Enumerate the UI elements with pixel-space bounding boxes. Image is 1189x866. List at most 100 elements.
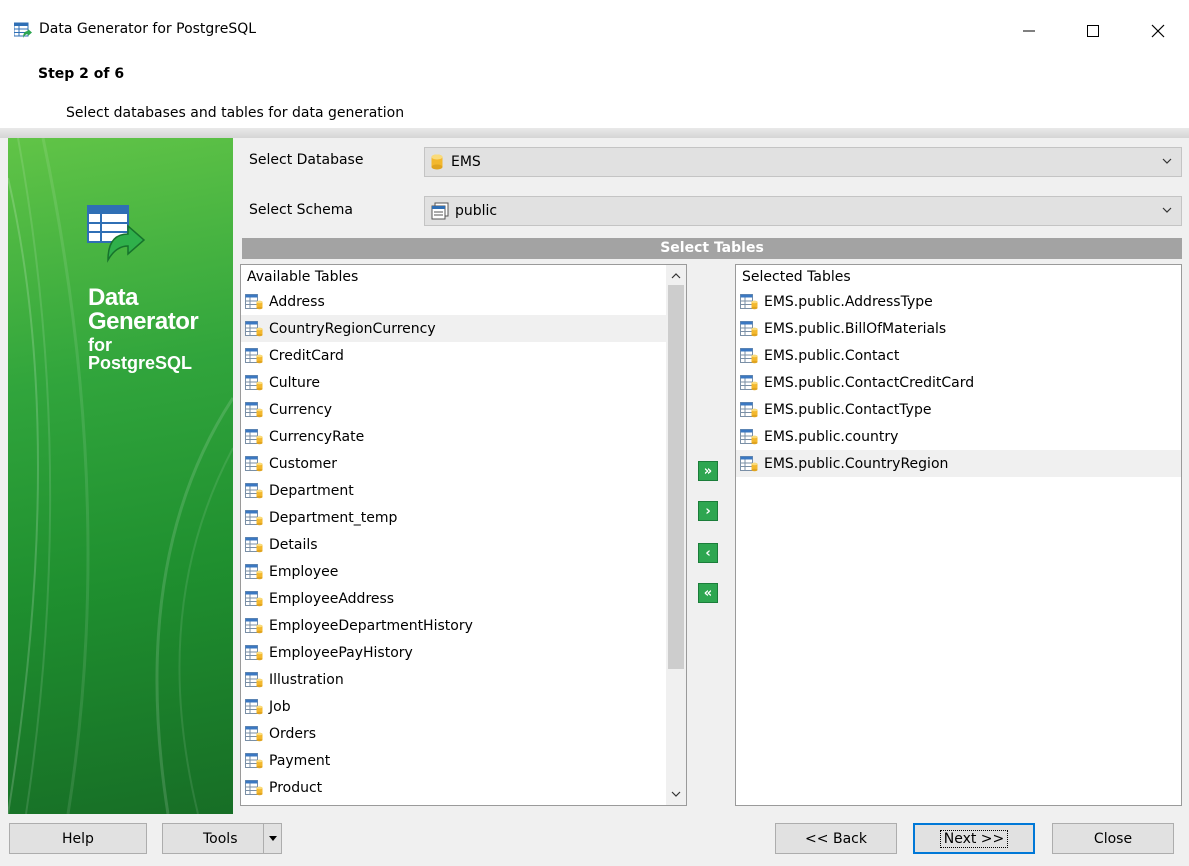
table-row[interactable]: Product — [241, 774, 686, 801]
table-name: Payment — [269, 752, 331, 769]
table-name: EmployeeAddress — [269, 590, 395, 607]
table-row[interactable]: EmployeePayHistory — [241, 639, 686, 666]
database-icon — [431, 154, 443, 170]
schema-value: public — [455, 203, 498, 219]
table-row[interactable]: EMS.public.BillOfMaterials — [736, 315, 1181, 342]
table-row[interactable]: Employee — [241, 558, 686, 585]
table-name: EMS.public.country — [764, 428, 899, 445]
table-row[interactable]: Culture — [241, 369, 686, 396]
tools-button[interactable]: Tools — [162, 823, 282, 854]
title-bar: Data Generator for PostgreSQL — [0, 0, 1189, 62]
table-icon — [245, 752, 263, 768]
help-button-label: Help — [62, 830, 94, 847]
step-description: Select databases and tables for data gen… — [66, 105, 405, 121]
table-name: Currency — [269, 401, 333, 418]
table-name: Department_temp — [269, 509, 398, 526]
table-row[interactable]: EMS.public.country — [736, 423, 1181, 450]
table-row[interactable]: Details — [241, 531, 686, 558]
table-row[interactable]: Job — [241, 693, 686, 720]
schema-select[interactable]: public — [424, 196, 1182, 226]
table-row[interactable]: EMS.public.CountryRegion — [736, 450, 1181, 477]
table-name: EMS.public.CountryRegion — [764, 455, 949, 472]
table-row[interactable]: Illustration — [241, 666, 686, 693]
tools-dropdown-button[interactable] — [263, 824, 281, 853]
table-icon — [245, 293, 263, 309]
table-name: Illustration — [269, 671, 344, 688]
table-icon — [245, 671, 263, 687]
add-selected-button[interactable]: › — [698, 501, 718, 521]
table-row[interactable]: EMS.public.Contact — [736, 342, 1181, 369]
remove-selected-button[interactable]: ‹ — [698, 543, 718, 563]
table-icon — [245, 374, 263, 390]
brand-line: Data — [88, 284, 139, 311]
available-tables-items: Address CountryRegionCurrency CreditCard Cu… — [241, 288, 686, 801]
sidebar-banner: Data Generator for PostgreSQL — [8, 138, 233, 814]
table-icon — [245, 347, 263, 363]
maximize-icon — [1087, 25, 1099, 37]
table-name: EMS.public.BillOfMaterials — [764, 320, 947, 337]
table-name: CreditCard — [269, 347, 344, 364]
add-all-button[interactable]: » — [698, 461, 718, 481]
table-row[interactable]: Department — [241, 477, 686, 504]
table-row[interactable]: CurrencyRate — [241, 423, 686, 450]
chevron-down-icon — [1162, 158, 1172, 164]
selected-tables-items: EMS.public.AddressType EMS.public.BillOfM… — [736, 288, 1181, 477]
table-row[interactable]: CreditCard — [241, 342, 686, 369]
table-row[interactable]: Address — [241, 288, 686, 315]
remove-all-button[interactable]: « — [698, 583, 718, 603]
table-row[interactable]: Currency — [241, 396, 686, 423]
table-row[interactable]: EmployeeAddress — [241, 585, 686, 612]
table-icon — [245, 779, 263, 795]
minimize-button[interactable] — [1006, 12, 1052, 50]
scroll-down-button[interactable] — [666, 785, 686, 803]
brand-line: PostgreSQL — [88, 353, 193, 373]
table-icon — [740, 374, 758, 390]
table-row[interactable]: Department_temp — [241, 504, 686, 531]
database-value: EMS — [451, 154, 481, 170]
table-row[interactable]: Payment — [241, 747, 686, 774]
available-tables-scrollbar[interactable] — [666, 265, 686, 805]
selected-tables-list[interactable]: Selected Tables EMS.public.AddressType EM… — [735, 264, 1182, 806]
table-row[interactable]: EMS.public.AddressType — [736, 288, 1181, 315]
maximize-button[interactable] — [1070, 12, 1116, 50]
table-row[interactable]: EMS.public.ContactType — [736, 396, 1181, 423]
database-select[interactable]: EMS — [424, 147, 1182, 177]
scrollbar-thumb[interactable] — [668, 285, 684, 669]
table-icon — [740, 347, 758, 363]
window-title: Data Generator for PostgreSQL — [39, 21, 257, 37]
close-window-button[interactable] — [1135, 12, 1181, 50]
available-tables-list[interactable]: Available Tables Address CountryRegionCur… — [240, 264, 687, 806]
schema-label: Select Schema — [249, 202, 353, 218]
table-name: Orders — [269, 725, 317, 742]
back-button[interactable]: << Back — [775, 823, 897, 854]
selected-tables-header: Selected Tables — [742, 269, 851, 285]
app-icon — [14, 22, 32, 38]
next-button-label: Next >> — [939, 829, 1009, 848]
table-name: EMS.public.ContactCreditCard — [764, 374, 975, 391]
table-icon — [245, 617, 263, 633]
next-button[interactable]: Next >> — [913, 823, 1035, 854]
minimize-icon — [1023, 30, 1035, 32]
help-button[interactable]: Help — [9, 823, 147, 854]
back-button-label: << Back — [805, 830, 867, 847]
table-name: EMS.public.Contact — [764, 347, 900, 364]
table-row[interactable]: CountryRegionCurrency — [241, 315, 686, 342]
brand-line: for — [88, 335, 112, 355]
available-tables-header: Available Tables — [247, 269, 359, 285]
close-button[interactable]: Close — [1052, 823, 1174, 854]
sidebar-brand: Data Generator for PostgreSQL — [88, 284, 199, 373]
table-row[interactable]: Orders — [241, 720, 686, 747]
table-row[interactable]: Customer — [241, 450, 686, 477]
table-icon — [245, 509, 263, 525]
wizard-footer: Help Tools << Back Next >> Close — [0, 814, 1189, 866]
table-name: CurrencyRate — [269, 428, 365, 445]
scroll-up-button[interactable] — [666, 267, 686, 285]
table-row[interactable]: EMS.public.ContactCreditCard — [736, 369, 1181, 396]
table-row[interactable]: EmployeeDepartmentHistory — [241, 612, 686, 639]
table-icon — [740, 401, 758, 417]
table-icon — [245, 563, 263, 579]
wizard-content: Data Generator for PostgreSQL Select Dat… — [0, 138, 1189, 814]
table-icon — [245, 590, 263, 606]
table-name: Department — [269, 482, 354, 499]
chevron-down-icon — [671, 791, 681, 797]
